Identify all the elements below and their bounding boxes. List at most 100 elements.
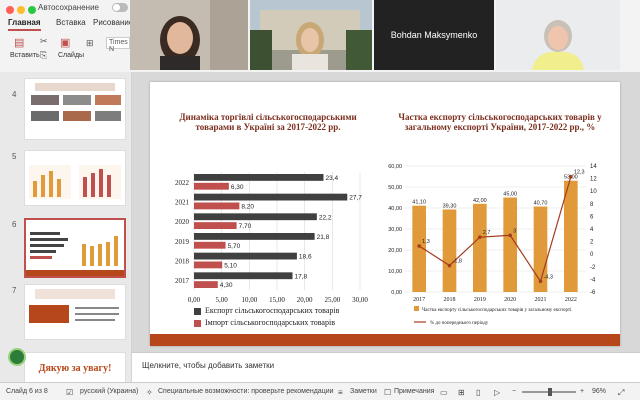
thumbnail-4-preview <box>31 83 121 121</box>
close-window-icon[interactable] <box>6 6 14 14</box>
thumbnail-slide-4[interactable] <box>24 78 126 140</box>
sorter-view-icon[interactable]: ⊞ <box>458 388 465 397</box>
y-tick-label: 2017 <box>175 277 190 285</box>
layout-icon[interactable]: ⊞ <box>86 38 94 49</box>
bar-import <box>194 241 226 249</box>
zoom-in-button[interactable]: + <box>580 388 584 395</box>
zoom-window-icon[interactable] <box>28 6 36 14</box>
bar-import <box>194 222 237 229</box>
language-indicator[interactable]: русский (Украина) <box>80 388 138 395</box>
zoom-slider-thumb[interactable] <box>548 388 552 396</box>
tab-home[interactable]: Главная <box>8 18 41 31</box>
minimize-window-icon[interactable] <box>17 6 25 14</box>
x-tick-label: 20,00 <box>297 296 313 304</box>
tab-insert[interactable]: Вставка <box>56 18 86 27</box>
video-strip: Bohdan Maksymenko <box>130 0 640 70</box>
floating-action-icon[interactable] <box>8 348 26 366</box>
y-right-tick-label: 8 <box>590 202 594 208</box>
participant-video-2 <box>250 0 372 70</box>
cut-icon[interactable]: ✂ <box>40 36 48 47</box>
line-point-change <box>478 235 482 239</box>
accessibility-icon[interactable]: ✧ <box>146 388 153 397</box>
video-tile-3[interactable]: Bohdan Maksymenko <box>374 0 494 70</box>
y-tick-label: 2018 <box>175 258 190 266</box>
status-bar: Слайд 6 из 8 ☑ русский (Украина) ✧ Специ… <box>0 382 640 400</box>
zoom-out-button[interactable]: − <box>512 388 516 395</box>
thumbnail-number: 6 <box>12 220 17 229</box>
slides-button[interactable]: Слайды <box>58 52 84 59</box>
x-tick-label: 10,00 <box>241 296 257 304</box>
thumbnail-slide-6[interactable] <box>24 218 126 278</box>
autosave-toggle[interactable] <box>112 3 128 12</box>
tab-draw[interactable]: Рисование <box>93 18 133 27</box>
x-tick-label: 15,00 <box>269 296 285 304</box>
video-tile-1[interactable] <box>130 0 248 70</box>
current-slide[interactable]: Динаміка торгівлі сільськогосподарськими… <box>150 82 620 346</box>
data-label-import: 5,70 <box>228 243 241 250</box>
legend-swatch-import <box>194 319 201 327</box>
legend-import: Імпорт сільськогосподарських товарів <box>194 318 335 327</box>
spellcheck-icon[interactable]: ☑ <box>66 388 73 397</box>
x-tick-label: 2018 <box>444 297 456 303</box>
data-label-change: 12,3 <box>574 170 585 176</box>
x-tick-label: 25,00 <box>324 296 340 304</box>
slide-footer-bar <box>150 334 620 346</box>
line-point-change <box>447 263 452 268</box>
data-label-change: 1,3 <box>422 239 430 245</box>
paste-icon[interactable]: ▤ <box>14 36 24 49</box>
slideshow-icon[interactable]: ▷ <box>494 388 500 397</box>
normal-view-icon[interactable]: ▭ <box>440 388 448 397</box>
data-label-change: -1,8 <box>453 259 462 265</box>
zoom-level[interactable]: 96% <box>592 388 606 395</box>
data-label-share: 41,10 <box>412 200 426 206</box>
legend-label-export: Експорт сільськогосподарських товарів <box>205 306 340 315</box>
slide-editor: Динаміка торгівлі сільськогосподарськими… <box>132 72 640 352</box>
paste-button[interactable]: Вставить <box>10 52 40 59</box>
comments-icon[interactable]: ☐ <box>384 388 391 397</box>
legend-export: Експорт сільськогосподарських товарів <box>194 306 339 315</box>
thumbnail-slide-5[interactable] <box>24 150 126 206</box>
y-left-tick-label: 60,00 <box>388 164 402 170</box>
y-right-tick-label: -2 <box>590 265 596 271</box>
legend-label-import: Імпорт сільськогосподарських товарів <box>205 318 335 327</box>
video-tile-2[interactable] <box>250 0 372 70</box>
participant-name: Bohdan Maksymenko <box>390 30 478 40</box>
copy-icon[interactable]: ⎘ <box>40 50 47 61</box>
slide-thumbnails: 4 5 6 7 Дякую за увагу! <box>0 72 132 384</box>
new-slide-icon[interactable]: ▣ <box>60 36 70 49</box>
notes-icon[interactable]: ≡ <box>338 388 343 397</box>
notes-pane[interactable]: Щелкните, чтобы добавить заметки <box>132 352 640 382</box>
thumbnail-6-preview <box>26 232 124 276</box>
thumbnail-slide-8[interactable]: Дякую за увагу! <box>24 352 126 384</box>
zoom-slider[interactable] <box>522 388 576 396</box>
bar-export <box>194 233 315 240</box>
y-left-tick-label: 10,00 <box>388 269 402 275</box>
notes-button[interactable]: Заметки <box>350 388 377 395</box>
thumbnail-slide-7[interactable] <box>24 284 126 340</box>
bar-share <box>473 203 487 292</box>
thumbnail-7-preview <box>29 289 119 323</box>
bar-export <box>194 252 297 260</box>
accessibility-status[interactable]: Специальные возможности: проверьте реком… <box>158 388 334 395</box>
bar-share <box>564 180 578 292</box>
data-label-share: 42,00 <box>473 198 487 204</box>
data-label-import: 6,30 <box>231 184 244 191</box>
participant-video-4 <box>496 0 620 70</box>
x-tick-label: 2020 <box>504 297 516 303</box>
video-tile-4[interactable] <box>496 0 620 70</box>
thumbnail-number: 4 <box>12 90 17 99</box>
y-right-tick-label: -6 <box>590 290 596 296</box>
line-point-change <box>569 174 573 179</box>
comments-button[interactable]: Примечания <box>394 388 434 395</box>
font-name-field[interactable]: Times N <box>106 37 130 53</box>
x-tick-label: 2017 <box>413 297 425 303</box>
reading-view-icon[interactable]: ▯ <box>476 388 480 397</box>
y-left-tick-label: 0,00 <box>391 290 402 296</box>
fit-slide-icon[interactable]: ⤢ <box>618 388 624 398</box>
x-tick-label: 2022 <box>565 297 577 303</box>
bar-export <box>194 193 348 201</box>
bar-import <box>194 261 223 269</box>
line-point-change <box>417 244 421 248</box>
data-label-export: 18,6 <box>299 254 312 261</box>
x-tick-label: 30,00 <box>352 296 368 304</box>
